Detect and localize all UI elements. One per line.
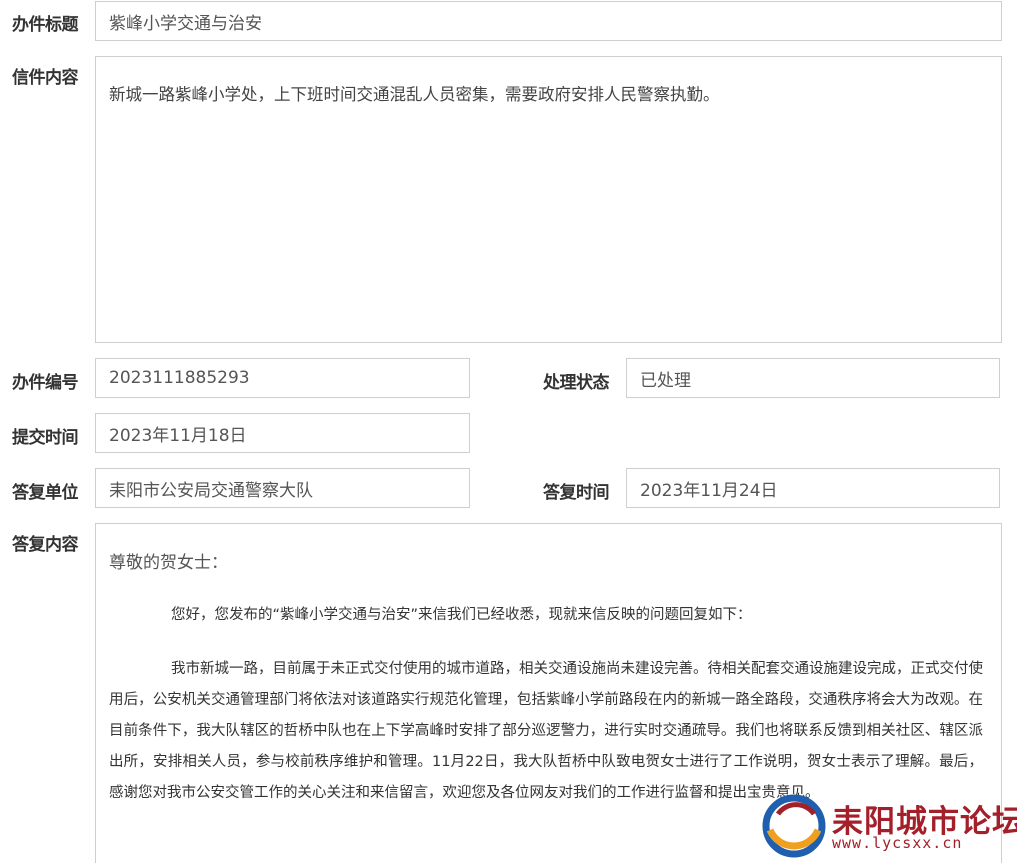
- reply-unit-value: 耒阳市公安局交通警察大队: [109, 480, 313, 501]
- reply-paragraph-2: 我市新城一路，目前属于未正式交付使用的城市道路，相关交通设施尚未建设完善。待相关…: [109, 661, 983, 801]
- title-label: 办件标题: [12, 15, 79, 35]
- reply-paragraph-1: 您好，您发布的“紫峰小学交通与治安”来信我们已经收悉，现就来信反映的问题回复如下…: [171, 607, 752, 623]
- number-field[interactable]: 2023111885293: [95, 358, 470, 398]
- submit-time-value: 2023年11月18日: [109, 425, 247, 446]
- reply-unit-label: 答复单位: [12, 483, 79, 503]
- content-value: 新城一路紫峰小学处，上下班时间交通混乱人员密集，需要政府安排人民警察执勤。: [109, 85, 720, 104]
- title-field[interactable]: 紫峰小学交通与治安: [95, 1, 1002, 41]
- content-label: 信件内容: [12, 68, 79, 88]
- reply-salutation: 尊敬的贺女士：: [109, 553, 228, 573]
- reply-time-value: 2023年11月24日: [640, 480, 778, 501]
- status-value: 已处理: [640, 370, 691, 391]
- status-label: 处理状态: [543, 373, 610, 393]
- number-value: 2023111885293: [109, 368, 250, 388]
- submit-time-label: 提交时间: [12, 428, 79, 448]
- reply-time-label: 答复时间: [543, 483, 610, 503]
- status-field[interactable]: 已处理: [626, 358, 1000, 398]
- reply-time-field[interactable]: 2023年11月24日: [626, 468, 1000, 508]
- reply-content-label: 答复内容: [12, 535, 79, 555]
- forum-watermark: 耒阳城市论坛 www.lycsxx.cn: [758, 790, 1017, 858]
- reply-unit-field[interactable]: 耒阳市公安局交通警察大队: [95, 468, 470, 508]
- number-label: 办件编号: [12, 373, 79, 393]
- content-field[interactable]: 新城一路紫峰小学处，上下班时间交通混乱人员密集，需要政府安排人民警察执勤。: [95, 56, 1002, 343]
- forum-url: www.lycsxx.cn: [832, 834, 963, 852]
- forum-logo-icon: [762, 794, 826, 858]
- submit-time-field[interactable]: 2023年11月18日: [95, 413, 470, 453]
- title-value: 紫峰小学交通与治安: [109, 13, 262, 34]
